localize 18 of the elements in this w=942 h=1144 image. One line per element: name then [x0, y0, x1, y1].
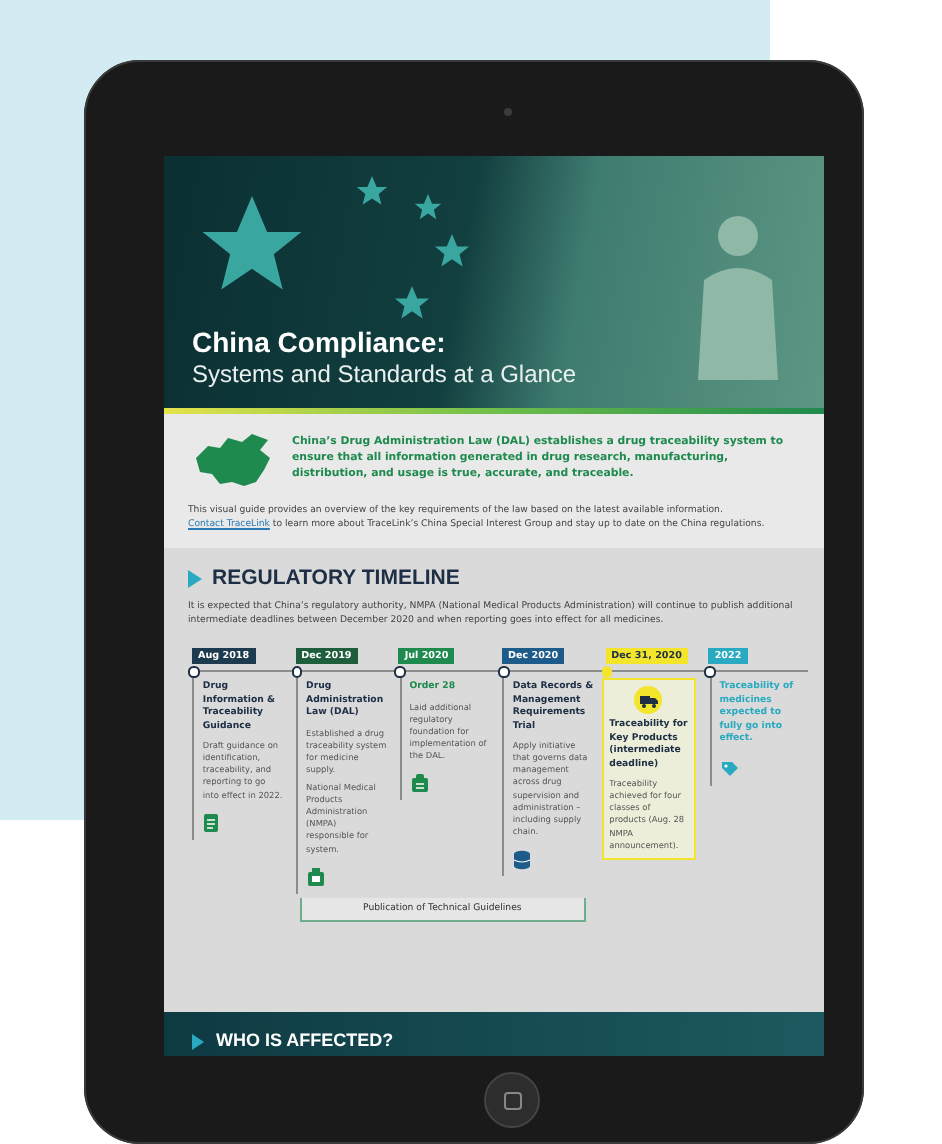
timeline-node [291, 666, 303, 678]
camera-icon [504, 108, 512, 116]
hero-title: China Compliance: [192, 326, 448, 358]
section-heading: WHO IS AFFECTED? [216, 1030, 394, 1050]
timeline-node [188, 666, 199, 678]
timeline-node [394, 666, 406, 678]
triangle-icon [188, 569, 202, 588]
clipboard-icon [409, 774, 430, 795]
tags-icon [719, 759, 740, 780]
hero-subtitle: Systems and Standards at a Glance [192, 360, 579, 388]
truck-icon [639, 693, 658, 708]
database-icon [512, 849, 533, 870]
triangle-icon [192, 1034, 204, 1050]
document-icon [202, 813, 223, 834]
timeline-node [498, 666, 509, 678]
timeline-node [704, 666, 716, 678]
building-icon [306, 867, 327, 888]
section-heading: REGULATORY TIMELINE [212, 566, 460, 591]
